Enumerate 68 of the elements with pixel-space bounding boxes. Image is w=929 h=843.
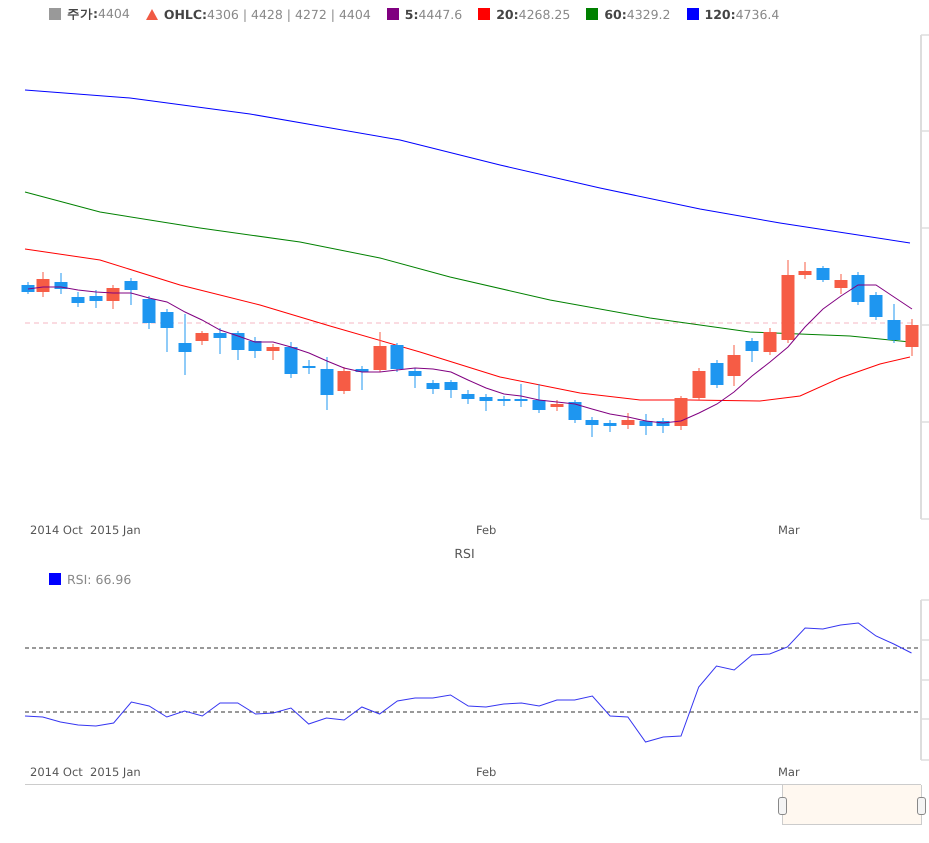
candlestick bbox=[22, 282, 34, 294]
legend-label: OHLC:4306 | 4428 | 4272 | 4404 bbox=[164, 6, 371, 22]
candlestick bbox=[586, 416, 598, 438]
axis-label: 2014 Oct bbox=[30, 523, 83, 537]
candlestick bbox=[852, 272, 864, 306]
candlestick bbox=[816, 266, 830, 282]
axis-label: Feb bbox=[476, 523, 496, 537]
candlestick bbox=[640, 414, 652, 436]
candlestick bbox=[480, 394, 492, 412]
axis-label: 2014 Oct bbox=[30, 765, 83, 779]
candlestick bbox=[444, 380, 458, 398]
candlestick bbox=[834, 274, 848, 294]
candlestick bbox=[888, 304, 900, 344]
candlestick bbox=[284, 342, 298, 378]
candlestick bbox=[248, 336, 262, 358]
candlestick bbox=[906, 318, 918, 356]
candlestick bbox=[728, 344, 740, 386]
candlestick bbox=[710, 360, 724, 388]
candlestick bbox=[142, 296, 156, 330]
legend-label: 60:4329.2 bbox=[604, 6, 670, 22]
legend-label: 5:4447.6 bbox=[404, 6, 462, 22]
panel-title: RSI bbox=[453, 545, 476, 563]
candlestick bbox=[498, 396, 510, 406]
candlestick bbox=[514, 384, 528, 408]
legend-label: 주가:4404 bbox=[67, 6, 130, 22]
candlestick bbox=[196, 330, 208, 346]
candlestick bbox=[764, 328, 776, 356]
candlestick bbox=[390, 342, 404, 372]
candlestick bbox=[798, 262, 812, 280]
candlestick bbox=[462, 390, 474, 404]
candlestick bbox=[106, 284, 120, 310]
candlestick bbox=[36, 272, 50, 298]
candlestick bbox=[72, 292, 84, 308]
candlestick bbox=[54, 272, 68, 294]
axis-label: 2015 Jan bbox=[90, 523, 141, 537]
candlestick bbox=[214, 328, 226, 354]
candlestick bbox=[692, 368, 706, 400]
candlestick bbox=[674, 396, 688, 430]
candlestick bbox=[550, 400, 564, 412]
candlestick bbox=[622, 412, 634, 430]
axis-label: Mar bbox=[778, 765, 800, 779]
axis-label: 2015 Jan bbox=[90, 765, 141, 779]
candlestick bbox=[232, 330, 244, 360]
handle-icon[interactable] bbox=[778, 797, 787, 815]
candlestick bbox=[124, 278, 138, 306]
candlestick bbox=[374, 332, 386, 372]
candlestick bbox=[426, 380, 440, 394]
candlestick bbox=[532, 384, 546, 414]
legend-label: 120:4736.4 bbox=[704, 6, 780, 22]
candlestick bbox=[568, 400, 582, 424]
candlestick bbox=[356, 366, 368, 390]
legend-label: 20:4268.25 bbox=[496, 6, 570, 22]
candlestick bbox=[408, 368, 422, 388]
candlestick bbox=[178, 314, 192, 376]
legend-label: RSI: 66.96 bbox=[67, 572, 132, 586]
candlestick bbox=[302, 360, 316, 374]
candlestick bbox=[160, 308, 174, 352]
candlestick bbox=[656, 418, 670, 434]
candlestick bbox=[746, 338, 758, 362]
candlestick bbox=[266, 344, 280, 360]
axis-label: Feb bbox=[476, 765, 496, 779]
candlestick bbox=[320, 356, 334, 410]
handle-icon[interactable] bbox=[917, 797, 926, 815]
axis-label: Mar bbox=[778, 523, 800, 537]
candlestick bbox=[90, 290, 102, 308]
candlestick bbox=[870, 292, 882, 320]
candlestick bbox=[604, 420, 616, 432]
candlestick bbox=[338, 366, 350, 394]
